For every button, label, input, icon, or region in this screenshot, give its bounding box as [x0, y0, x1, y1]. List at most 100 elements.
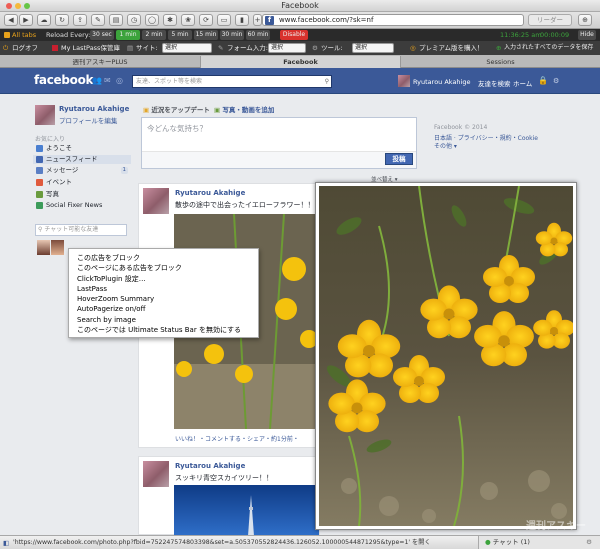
- puzzle-icon[interactable]: ✱: [163, 14, 177, 26]
- edit-profile-link[interactable]: プロフィールを編集: [59, 115, 117, 125]
- reader-button[interactable]: リーダー: [528, 14, 572, 26]
- forward-icon[interactable]: ▶: [19, 14, 33, 26]
- interval-1min-button[interactable]: 1 min: [116, 30, 140, 40]
- menu-item-clicktoplugin[interactable]: ClickToPlugin 設定…: [77, 274, 250, 284]
- save-all-icon: ⊕: [496, 44, 502, 52]
- menu-item-autopagerize[interactable]: AutoPagerize on/off: [77, 304, 250, 314]
- interval-30sec-button[interactable]: 30 sec: [90, 30, 114, 40]
- menu-item-search-by-image[interactable]: Search by image: [77, 315, 250, 325]
- sidebar-item-messages[interactable]: メッセージ 1: [36, 166, 128, 175]
- menu-item-lastpass[interactable]: LastPass: [77, 284, 250, 294]
- privacy-shortcuts-icon[interactable]: 🔒: [538, 76, 548, 85]
- sidebar-item-photos[interactable]: 写真: [36, 190, 59, 199]
- pin-icon[interactable]: ✎: [91, 14, 105, 26]
- tab-facebook[interactable]: Facebook: [200, 56, 400, 68]
- interval-15min-button[interactable]: 15 min: [194, 30, 218, 40]
- menu-item-block-page-ads[interactable]: このページにある広告をブロック: [77, 263, 250, 273]
- add-photo-tab[interactable]: ▣ 写真・動画を追加: [214, 104, 274, 114]
- post-actions[interactable]: いいね！・コメントする・シェア・約1分前・: [175, 434, 299, 443]
- share-icon[interactable]: ⇪: [73, 14, 87, 26]
- interval-5min-button[interactable]: 5 min: [168, 30, 192, 40]
- post-author-avatar[interactable]: [143, 461, 169, 487]
- tab-ascii[interactable]: 週刊アスキーPLUS: [0, 56, 200, 68]
- chat-search-placeholder: チャット可能な友達: [44, 226, 99, 233]
- new-tab-icon[interactable]: +: [253, 14, 262, 26]
- header-avatar[interactable]: [398, 75, 410, 87]
- lastpass-logoff-link[interactable]: ログオフ: [12, 41, 38, 55]
- facebook-logo[interactable]: facebook: [34, 73, 94, 87]
- chat-sidebar-toggle[interactable]: ● チャット (1) ⚙: [478, 536, 600, 549]
- chat-settings-icon[interactable]: ⚙: [586, 536, 592, 549]
- tools-select[interactable]: 選択: [352, 43, 394, 53]
- watermark: 週刊アスキー: [526, 521, 586, 532]
- history-icon[interactable]: ◷: [127, 14, 141, 26]
- form-fill-select[interactable]: 選択: [268, 43, 306, 53]
- interval-2min-button[interactable]: 2 min: [142, 30, 166, 40]
- back-icon[interactable]: ◀: [4, 14, 18, 26]
- premium-icon: ◎: [410, 44, 416, 52]
- chat-search-input[interactable]: ⚲ チャット可能な友達: [35, 224, 127, 236]
- reload-every-bar: All tabs Reload Every: 30 sec 1 min 2 mi…: [0, 29, 600, 41]
- all-tabs-checkbox[interactable]: [4, 32, 10, 38]
- download-icon[interactable]: ⊕: [578, 14, 592, 26]
- tab-sessions[interactable]: Sessions: [400, 56, 600, 68]
- tab-view-icon[interactable]: ▤: [109, 14, 123, 26]
- friend-requests-icon[interactable]: 👥: [92, 76, 102, 85]
- more-link[interactable]: その他 ▾: [434, 141, 457, 150]
- premium-link[interactable]: プレミアム版を購入！: [419, 41, 484, 55]
- skytree-photo-thumbnail[interactable]: [174, 485, 319, 536]
- find-friends-link[interactable]: 友達を検索: [478, 78, 511, 88]
- flower-icon[interactable]: ❀: [181, 14, 195, 26]
- close-window-button[interactable]: [6, 3, 12, 9]
- menu-item-disable-status-bar[interactable]: このページでは Ultimate Status Bar を無効にする: [77, 325, 250, 335]
- interval-60min-button[interactable]: 60 min: [246, 30, 270, 40]
- minimize-window-button[interactable]: [15, 3, 21, 9]
- menu-item-block-ad[interactable]: この広告をブロック: [77, 253, 250, 263]
- hide-button[interactable]: Hide: [578, 30, 596, 40]
- disable-button[interactable]: Disable: [280, 30, 308, 40]
- search-icon[interactable]: ⚲: [325, 76, 329, 87]
- profile-name-link[interactable]: Ryutarou Akahige: [59, 105, 129, 113]
- header-user-link[interactable]: Ryutarou Akahige: [413, 78, 470, 86]
- profile-avatar[interactable]: [35, 105, 55, 125]
- post-author-link[interactable]: Ryutarou Akahige: [175, 189, 245, 197]
- chat-search-icon: ⚲: [38, 226, 43, 233]
- sidebar-item-newsfeed[interactable]: ニュースフィード: [33, 155, 131, 164]
- account-settings-icon[interactable]: ⚙: [553, 77, 559, 85]
- messages-icon[interactable]: ✉: [104, 76, 111, 85]
- save-all-link[interactable]: 入力されたすべてのデータを保存: [504, 41, 593, 55]
- refresh-icon[interactable]: ⟳: [199, 14, 213, 26]
- reload-icon[interactable]: ↻: [55, 14, 69, 26]
- circle-icon[interactable]: ◯: [145, 14, 159, 26]
- cloud-icon[interactable]: ☁: [37, 14, 51, 26]
- site-select[interactable]: 選択: [162, 43, 212, 53]
- reload-every-label: Reload Every:: [46, 31, 91, 39]
- sidebar-item-welcome[interactable]: ようこそ: [36, 144, 72, 153]
- post-author-link[interactable]: Ryutarou Akahige: [175, 462, 245, 470]
- chat-online-icon: ●: [485, 538, 491, 546]
- home-link[interactable]: ホーム: [513, 78, 532, 88]
- menu-item-hoverzoom[interactable]: HoverZoom Summary: [77, 294, 250, 304]
- interval-30min-button[interactable]: 30 min: [220, 30, 244, 40]
- status-update-tab[interactable]: ▣ 近況をアップデート: [143, 104, 210, 114]
- status-composer[interactable]: 今どんな気持ち？ 投稿: [141, 117, 417, 169]
- facebook-search-input[interactable]: 友達、スポット等を検索 ⚲: [132, 75, 332, 88]
- notifications-icon[interactable]: ◎: [116, 76, 123, 85]
- post-author-avatar[interactable]: [143, 188, 169, 214]
- sidebar-item-events[interactable]: イベント: [36, 178, 72, 187]
- photos-icon: [36, 190, 43, 198]
- chat-icon[interactable]: ▭: [217, 14, 231, 26]
- lastpass-vault-link[interactable]: My LastPass保管庫: [61, 41, 120, 55]
- form-fill-label: フォーム入力:: [227, 44, 268, 52]
- sidebar-item-social-fixer[interactable]: Social Fixer News: [36, 201, 102, 210]
- sidebar-item-label: ようこそ: [46, 144, 72, 152]
- chat-friend-avatar[interactable]: [37, 240, 50, 255]
- current-time: 11:36:25 am: [500, 31, 542, 39]
- site-icon: ▤: [127, 44, 134, 52]
- address-bar[interactable]: f www.facebook.com/?sk=nf: [262, 14, 524, 26]
- chat-friend-avatar[interactable]: [51, 240, 64, 255]
- zoom-window-button[interactable]: [24, 3, 30, 9]
- post-button[interactable]: 投稿: [385, 153, 413, 165]
- composer-placeholder: 今どんな気持ち？: [147, 124, 207, 133]
- bookmarks-icon[interactable]: ▮: [235, 14, 249, 26]
